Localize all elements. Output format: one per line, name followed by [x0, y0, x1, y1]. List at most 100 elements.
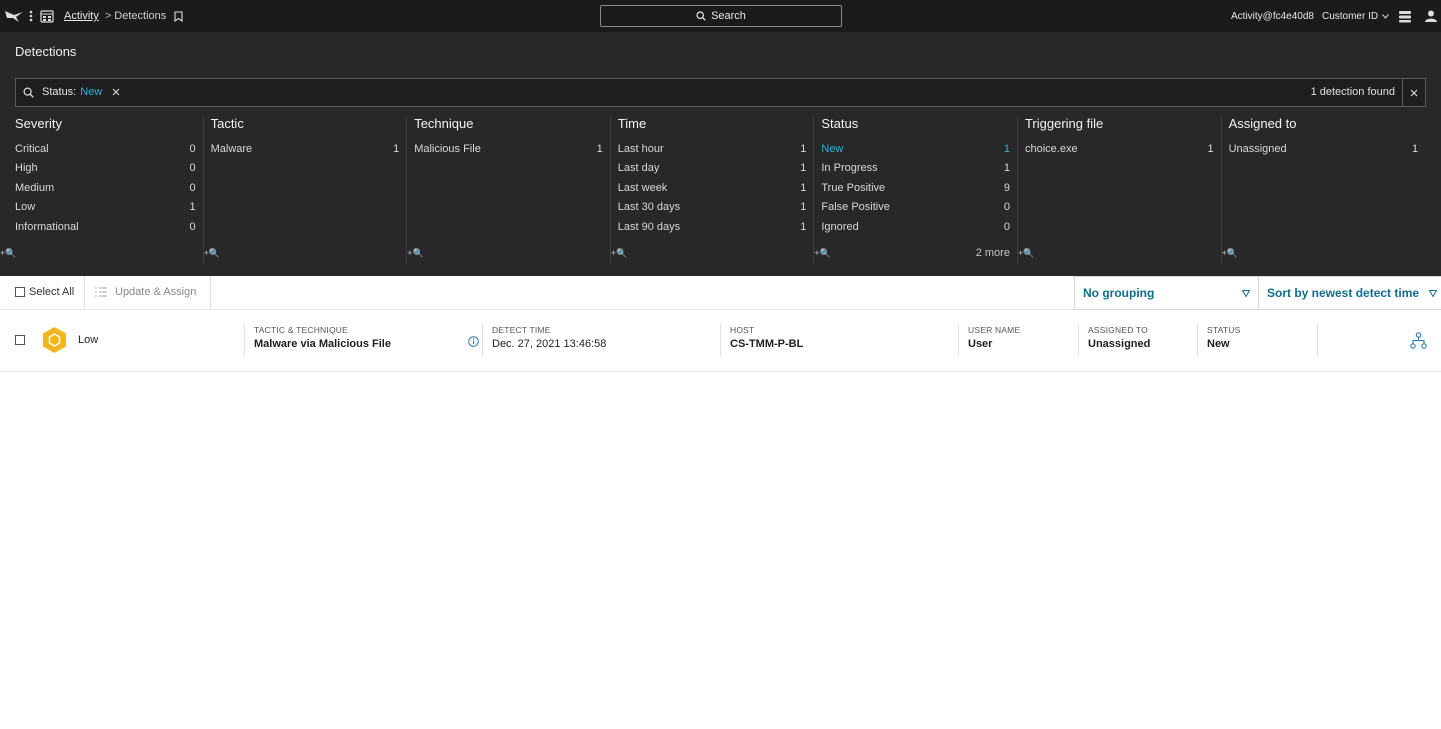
notes-icon[interactable] [1398, 0, 1412, 32]
info-icon[interactable] [468, 336, 479, 347]
detection-row[interactable]: Low TACTIC & TECHNIQUE Malware via Malic… [0, 310, 1441, 372]
facet-title: Status [821, 116, 859, 131]
user-account-label[interactable]: Activity@fc4e40d8 [1231, 11, 1314, 22]
facet-footer: +🔍 2 more [814, 242, 1010, 264]
facet-search-icon[interactable]: +🔍 [407, 248, 423, 259]
tactic-technique-cell: TACTIC & TECHNIQUE Malware via Malicious… [254, 325, 480, 357]
filter-search-bar[interactable]: Status: New 1 detection found [15, 78, 1426, 107]
breadcrumb-activity-link[interactable]: Activity [64, 10, 99, 22]
select-all-checkbox[interactable]: Select All [15, 286, 74, 298]
remove-filter-close-icon[interactable] [112, 88, 120, 96]
facet-option-count: 1 [800, 201, 807, 214]
grouping-dropdown[interactable]: No grouping [1074, 276, 1259, 310]
clear-filters-close-icon[interactable] [1402, 79, 1425, 106]
select-all-label: Select All [29, 286, 75, 298]
host-cell: HOST CS-TMM-P-BL [730, 325, 956, 357]
facet-option-label: Informational [15, 220, 79, 233]
facet-option[interactable]: Unassigned 1 [1229, 140, 1419, 159]
facet-search-icon[interactable]: +🔍 [0, 248, 16, 259]
facet-title: Time [617, 116, 647, 131]
customer-id-dropdown[interactable]: Customer ID [1322, 11, 1389, 22]
facet-option-label: Last week [617, 181, 668, 194]
facet-option[interactable]: Last 90 days 1 [618, 218, 807, 237]
assigned-to-value: Unassigned [1088, 338, 1151, 350]
facet-option-count: 0 [189, 162, 196, 175]
detections-filter-panel: Detections Status: New 1 detection found… [0, 32, 1441, 276]
facet-option-label: Low [15, 201, 36, 214]
facet-option[interactable]: False Positive 0 [821, 198, 1010, 217]
status-value: New [1207, 338, 1230, 350]
facet-option[interactable]: New 1 [821, 140, 1010, 159]
facet-option-label: Last day [617, 162, 660, 175]
facet-option[interactable]: choice.exe 1 [1025, 140, 1214, 159]
facet-option[interactable]: Last week 1 [618, 179, 807, 198]
facet-option[interactable]: High 0 [15, 159, 196, 178]
divider [720, 324, 721, 356]
detect-time-value: Dec. 27, 2021 13:46:58 [492, 338, 607, 350]
falcon-logo-icon[interactable] [4, 0, 24, 32]
sort-dropdown[interactable]: Sort by newest detect time [1259, 276, 1441, 310]
facet-option[interactable]: Last 30 days 1 [618, 198, 807, 217]
facet-search-icon[interactable]: +🔍 [1018, 248, 1034, 259]
update-assign-button[interactable]: Update & Assign [95, 286, 196, 298]
facet-option-label: In Progress [821, 162, 878, 175]
user-name-label: USER NAME [968, 325, 1021, 335]
row-checkbox[interactable] [15, 335, 25, 345]
facet-search-icon[interactable]: +🔍 [814, 248, 830, 259]
facet-option[interactable]: True Positive 9 [821, 179, 1010, 198]
user-icon[interactable] [1424, 0, 1438, 32]
user-name-value: User [968, 338, 993, 350]
facet-option-label: Medium [15, 181, 55, 194]
facet-title: Assigned to [1228, 116, 1297, 131]
facet-option[interactable]: Ignored 0 [821, 218, 1010, 237]
kebab-menu-icon[interactable] [28, 0, 34, 32]
divider [244, 324, 245, 356]
breadcrumb-current: Detections [114, 10, 167, 22]
facet-option[interactable]: Low 1 [15, 198, 196, 217]
list-icon [95, 287, 107, 297]
facet-option-label: False Positive [821, 201, 890, 214]
customer-id-label: Customer ID [1321, 10, 1379, 22]
funnel-icon [1242, 290, 1250, 297]
facet-more-link[interactable]: 2 more [976, 247, 1010, 259]
page-title: Detections [15, 44, 77, 59]
global-search-button[interactable]: Search [600, 5, 842, 27]
facet-option-label: Last 30 days [617, 201, 681, 214]
facet-option-count: 0 [189, 220, 196, 233]
facet-option[interactable]: Malicious File 1 [414, 140, 603, 159]
facet-option-count: 1 [1412, 143, 1419, 155]
facet-tactic: Tactic Malware 1 +🔍 [204, 116, 408, 264]
facet-option-label: Unassigned [1228, 143, 1287, 155]
facet-option[interactable]: Last day 1 [618, 159, 807, 178]
facet-option-label: Malicious File [414, 143, 481, 155]
divider [1197, 324, 1198, 356]
process-tree-icon[interactable] [1410, 332, 1427, 354]
facet-option[interactable]: Informational 0 [15, 218, 196, 237]
assigned-to-cell: ASSIGNED TO Unassigned [1088, 325, 1196, 357]
host-value[interactable]: CS-TMM-P-BL [730, 338, 956, 350]
active-filter-chip[interactable]: Status: New [42, 86, 120, 98]
facet-option[interactable]: Last hour 1 [618, 140, 807, 159]
facet-search-icon[interactable]: +🔍 [1222, 248, 1238, 259]
divider [482, 324, 483, 356]
facet-title: Severity [15, 116, 62, 131]
facet-search-icon[interactable]: +🔍 [204, 248, 220, 259]
facet-search-icon[interactable]: +🔍 [611, 248, 627, 259]
app-grid-icon[interactable] [40, 0, 54, 32]
update-assign-label: Update & Assign [115, 286, 197, 298]
facet-option[interactable]: In Progress 1 [821, 159, 1010, 178]
facet-option-count: 0 [1003, 201, 1010, 214]
bookmark-icon[interactable] [174, 10, 183, 22]
detections-found-count: 1 detection found [1310, 86, 1395, 98]
facet-option[interactable]: Malware 1 [211, 140, 400, 159]
facet-footer: +🔍 [407, 242, 603, 264]
filter-label: Status: [42, 86, 77, 98]
facet-technique: Technique Malicious File 1 +🔍 [407, 116, 611, 264]
facet-assigned-to: Assigned to Unassigned 1 +🔍 [1222, 116, 1426, 264]
facet-option[interactable]: Critical 0 [15, 140, 196, 159]
facet-option-label: Critical [15, 143, 49, 155]
user-name-cell: USER NAME User [968, 325, 1076, 357]
divider [1317, 324, 1318, 356]
facet-option[interactable]: Medium 0 [15, 179, 196, 198]
checkbox[interactable] [15, 287, 25, 297]
